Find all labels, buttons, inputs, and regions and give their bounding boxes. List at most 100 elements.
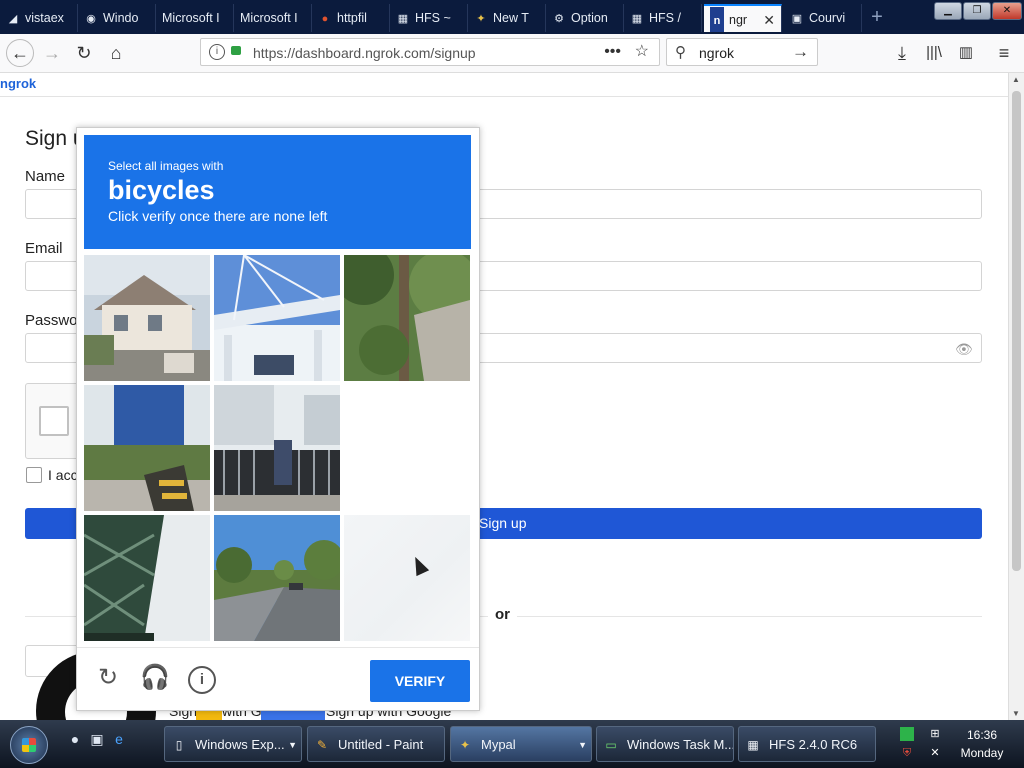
url-bar[interactable]: i https://dashboard.ngrok.com/signup •••… [200,38,660,66]
tab-httpfile[interactable]: ● httpfil [312,4,390,32]
dropdown-icon[interactable]: ▼ [578,727,587,761]
info-icon[interactable]: i [188,666,216,694]
eye-slash-icon[interactable]: 👁 [955,341,973,358]
minimize-icon[interactable]: ▁ [934,2,962,20]
terms-label: I acc [48,467,78,483]
headphones-icon[interactable]: 🎧 [140,663,170,693]
refresh-icon[interactable]: ↻ [93,663,123,693]
tab-label: Option [571,11,608,25]
restore-icon[interactable]: ❐ [963,2,991,20]
tab-label: Microsoft I [162,11,220,25]
house-image [84,255,210,381]
fence-image [84,385,210,511]
tab-windows[interactable]: ◉ Windo [78,4,156,32]
library-icon[interactable]: |||\ [920,40,948,66]
tab-icon: ▣ [791,13,803,25]
captcha-tile-4[interactable] [84,385,210,511]
gear-icon: ⚙ [554,13,564,25]
forward-icon[interactable]: → [38,40,66,66]
volume-muted-icon[interactable]: ✕ [928,746,942,760]
captcha-tile-2[interactable] [214,255,340,381]
captcha-tile-5[interactable] [214,385,340,511]
challenge-header: Select all images with bicycles Click ve… [84,135,471,249]
more-actions-icon[interactable]: ••• [604,39,621,65]
paint-icon: ✎ [316,738,328,752]
search-go-icon[interactable]: → [792,39,809,65]
taskbar-task-manager[interactable]: ▭ Windows Task M... [596,726,734,762]
download-icon[interactable]: ⤓ [888,40,916,66]
road-image [214,515,340,641]
sidebar-icon[interactable]: ▥ [952,40,980,66]
back-icon[interactable]: ← [6,39,34,67]
name-label: Name [25,168,66,185]
tab-microsoft-1[interactable]: Microsoft I [156,4,234,32]
tab-label: HFS / [649,11,681,25]
captcha-tile-9[interactable] [344,515,470,641]
terms-checkbox[interactable] [26,467,42,483]
tab-ngrok[interactable]: n ngr ✕ [704,4,782,32]
header-divider [0,96,1008,97]
menu-icon[interactable]: ≡ [990,40,1018,66]
bridge-image [214,255,340,381]
search-bar[interactable]: ⚲ ngrok → [666,38,818,66]
scrollbar-thumb[interactable] [1012,91,1021,571]
hcaptcha-challenge: Select all images with bicycles Click ve… [76,127,480,711]
show-desktop-icon[interactable]: ● [66,730,84,748]
tab-hfs-1[interactable]: ▦ HFS ~ [390,4,468,32]
captcha-tile-7[interactable] [84,515,210,641]
tab-icon: ▦ [631,13,643,25]
start-button[interactable] [10,726,48,764]
reload-icon[interactable]: ↻ [70,40,98,66]
taskbar-windows-explorer[interactable]: ▯ Windows Exp... ▼ [164,726,302,762]
tab-options[interactable]: ⚙ Option [546,4,624,32]
tab-icon: ✦ [476,13,486,25]
tab-label: Courvi [809,11,846,25]
close-window-icon[interactable]: ✕ [992,2,1022,20]
tab-strip: ◢ vistaex ◉ Windo Microsoft I Microsoft I … [0,0,1024,34]
captcha-tile-1[interactable] [84,255,210,381]
tab-courvi[interactable]: ▣ Courvi [784,4,862,32]
tab-new[interactable]: ✦ New T [468,4,546,32]
switch-windows-icon[interactable]: ▣ [88,730,106,748]
tab-label: HFS ~ [415,11,451,25]
taskbar-hfs[interactable]: ▦ HFS 2.4.0 RC6 [738,726,876,762]
tab-icon: ● [321,13,329,25]
new-tab-icon[interactable]: + [866,6,888,28]
url-text[interactable]: https://dashboard.ngrok.com/signup [253,39,476,67]
page-scrollbar[interactable]: ▲ ▼ [1008,73,1024,720]
captcha-tile-8[interactable] [214,515,340,641]
captcha-tile-6[interactable] [344,385,470,511]
tray-green-icon[interactable] [900,727,914,741]
taskbar-label: Mypal [481,737,516,752]
tab-microsoft-2[interactable]: Microsoft I [234,4,312,32]
lock-icon[interactable] [231,46,241,55]
verify-button[interactable]: VERIFY [370,660,470,702]
dropdown-icon[interactable]: ▼ [288,727,297,761]
taskbar-paint[interactable]: ✎ Untitled - Paint [307,726,445,762]
scroll-down-icon[interactable]: ▼ [1012,709,1020,718]
close-tab-icon[interactable]: ✕ [763,6,775,32]
shield-icon[interactable]: ⛨ [900,746,914,760]
internet-explorer-icon[interactable]: e [110,730,128,748]
tab-hfs-2[interactable]: ▦ HFS / [624,4,702,32]
brand-logo[interactable]: ngrok [0,76,36,91]
search-input[interactable]: ngrok [699,39,734,67]
gate-image [214,385,340,511]
trees-image [344,255,470,381]
tab-vistaex[interactable]: ◢ vistaex [0,4,78,32]
windows-taskbar: ● ▣ e ▯ Windows Exp... ▼ ✎ Untitled - Paint… [0,720,1024,768]
challenge-instruction: Select all images with [108,159,224,173]
email-label: Email [25,240,63,257]
home-icon[interactable]: ⌂ [102,40,130,66]
info-icon[interactable]: i [209,44,225,60]
network-icon[interactable]: ⊞ [928,727,942,741]
tab-label: vistaex [25,11,64,25]
scroll-up-icon[interactable]: ▲ [1012,75,1020,84]
captcha-tile-3[interactable] [344,255,470,381]
system-clock[interactable]: 16:36 Monday [958,726,1006,762]
recaptcha-checkbox[interactable] [39,406,69,436]
signup-button-label: Sign up [479,515,527,531]
tab-icon: ▦ [397,13,409,25]
bookmark-star-icon[interactable]: ☆ [635,39,649,65]
taskbar-mypal[interactable]: ✦ Mypal ▼ [450,726,592,762]
